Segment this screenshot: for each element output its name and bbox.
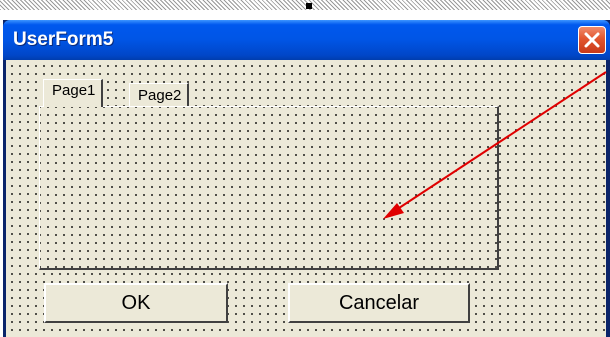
red-arrow-annotation bbox=[383, 71, 607, 219]
tab-page1[interactable]: Page1 bbox=[43, 79, 104, 107]
